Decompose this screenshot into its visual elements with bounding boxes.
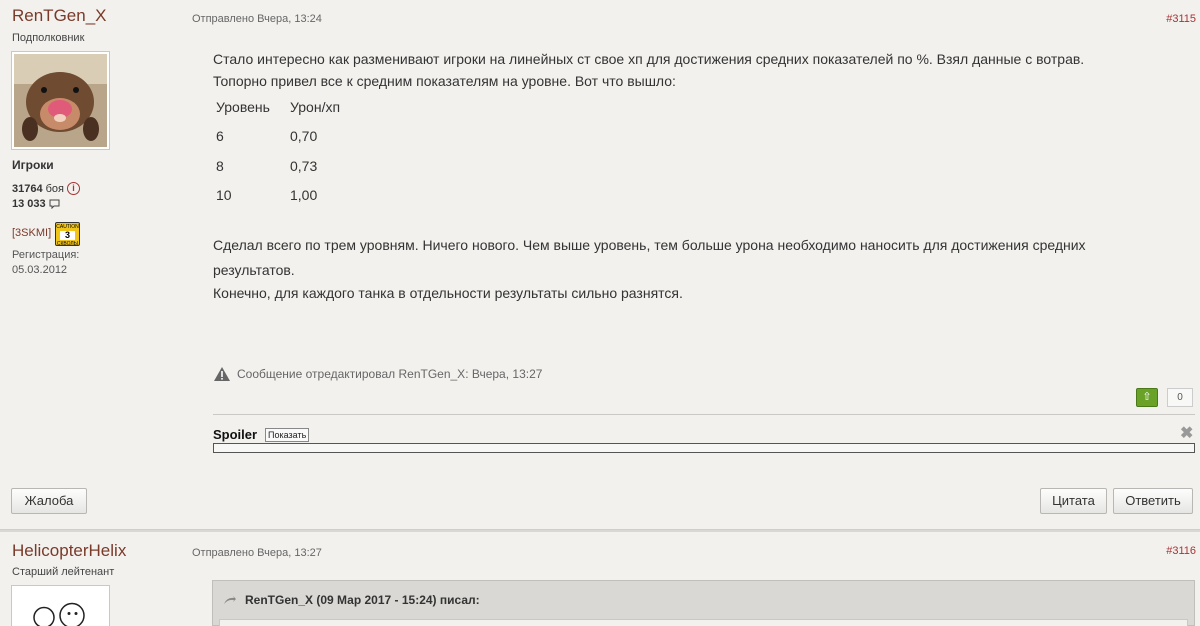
avatar-image (14, 595, 107, 626)
post-3115: RenTGen_X Подполковник Игроки 31764 боя … (0, 0, 1200, 530)
edited-text: Сообщение отредактировал RenTGen_X: Вчер… (237, 367, 543, 381)
clan-tag[interactable]: [3SKMI] (12, 227, 51, 239)
author-rank: Подполковник (12, 32, 85, 44)
table-header-row: Уровень Урон/хп (216, 92, 340, 122)
quote-button[interactable]: Цитата (1040, 488, 1107, 514)
post-number[interactable]: #3115 (1166, 13, 1196, 25)
author-rank: Старший лейтенант (12, 566, 115, 578)
vote-up-button[interactable]: ⇧ (1136, 388, 1158, 407)
reply-button[interactable]: Ответить (1113, 488, 1193, 514)
registration-label: Регистрация: (12, 249, 80, 261)
table-header-cell: Уровень (216, 98, 270, 115)
badge-num: 3 (60, 231, 75, 240)
post-meta: Отправлено Вчера, 13:24 (192, 13, 322, 25)
edited-notice: Сообщение отредактировал RenTGen_X: Вчер… (213, 366, 542, 382)
badge-bottom: СКВОЛЫ (56, 241, 79, 247)
quote-arrow-icon[interactable] (223, 595, 237, 605)
divider (213, 414, 1195, 415)
author-name[interactable]: RenTGen_X (12, 6, 107, 26)
table-row: 6 0,70 (216, 122, 340, 152)
post-paragraph-1: Стало интересно как разменивают игроки н… (213, 51, 1085, 67)
damage-table: Уровень Урон/хп 6 0,70 8 0,73 10 1,00 (216, 92, 340, 210)
avatar[interactable] (11, 51, 110, 150)
battles-label: боя (45, 182, 64, 195)
quote-content (219, 619, 1188, 626)
table-cell: 0,73 (290, 157, 318, 174)
posts-stat: 13 033 (12, 198, 60, 210)
close-icon[interactable]: ✖ (1180, 423, 1193, 443)
post-3116: HelicopterHelix Старший лейтенант Отправ… (0, 532, 1200, 626)
post-paragraph-3: Сделал всего по трем уровням. Ничего нов… (213, 237, 1086, 253)
warning-icon (214, 367, 230, 381)
table-cell: 0,70 (290, 128, 318, 145)
table-cell: 10 (216, 187, 232, 204)
table-header-cell: Урон/хп (290, 98, 341, 115)
posts-count: 13 033 (12, 198, 46, 210)
quote-header: RenTGen_X (09 Мар 2017 - 15:24) писал: (223, 593, 480, 607)
post-paragraph-3b: результатов. (213, 262, 295, 278)
avatar-image (14, 54, 107, 147)
table-row: 8 0,73 (216, 151, 340, 181)
post-meta: Отправлено Вчера, 13:27 (192, 547, 322, 559)
report-button[interactable]: Жалоба (11, 488, 87, 514)
table-cell: 6 (216, 128, 224, 145)
battles-count: 31764 (12, 182, 43, 195)
battles-stat: 31764 боя i (12, 182, 80, 195)
clan-badge-icon[interactable]: CAUTION 3 СКВОЛЫ (55, 222, 80, 247)
post-paragraph-2: Топорно привел все к средним показателям… (213, 73, 676, 89)
quote-block: RenTGen_X (09 Мар 2017 - 15:24) писал: (212, 580, 1195, 626)
table-cell: 8 (216, 157, 224, 174)
table-row: 10 1,00 (216, 181, 340, 211)
spoiler-title: Spoiler (213, 427, 258, 442)
author-name[interactable]: HelicopterHelix (12, 541, 126, 561)
registration-date: 05.03.2012 (12, 264, 68, 276)
quote-header-text: RenTGen_X (09 Мар 2017 - 15:24) писал: (245, 593, 480, 607)
post-paragraph-4: Конечно, для каждого танка в отдельности… (213, 285, 683, 301)
avatar[interactable] (11, 585, 110, 626)
table-cell: 1,00 (290, 187, 318, 204)
spoiler-content (213, 443, 1195, 453)
info-icon[interactable]: i (66, 182, 80, 195)
vote-count: 0 (1167, 388, 1193, 407)
user-group: Игроки (12, 158, 54, 172)
post-number[interactable]: #3116 (1166, 545, 1196, 557)
spoiler-show-button[interactable]: Показать (265, 428, 310, 442)
comment-icon (49, 199, 60, 209)
